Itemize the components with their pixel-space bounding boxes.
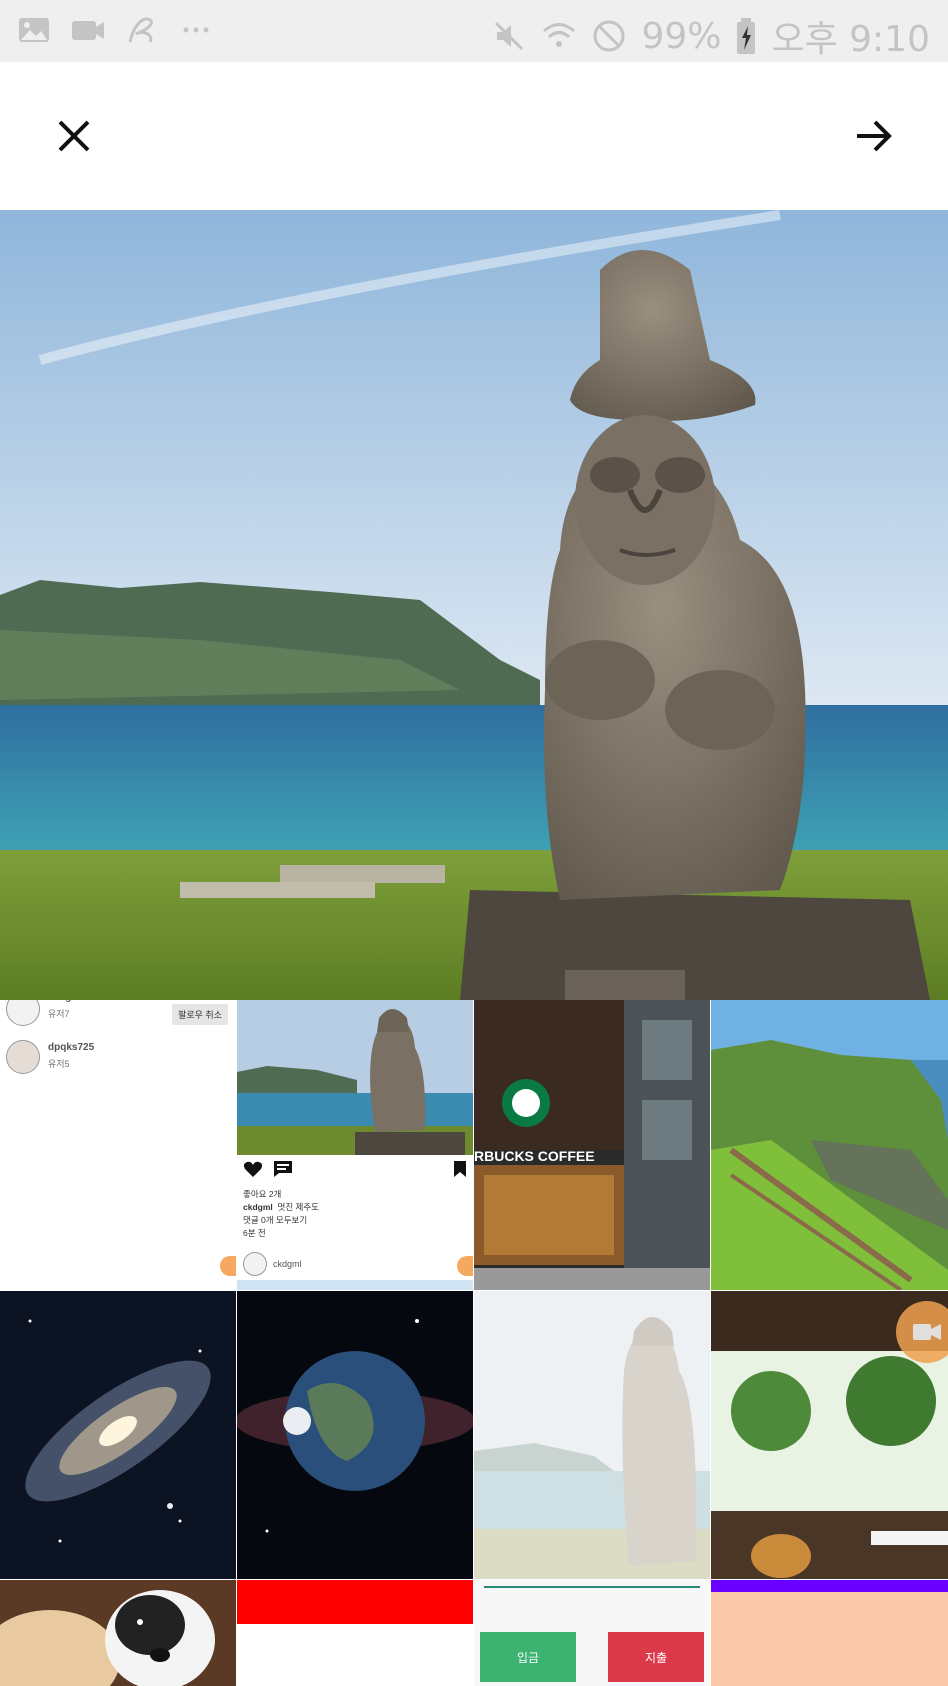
status-left-icons [16, 12, 214, 48]
status-right: 99% 오후 9:10 [491, 10, 930, 62]
thumbnail-earth[interactable] [237, 1291, 473, 1579]
coast-cliff-photo [711, 1000, 948, 1290]
deposit-button: 입금 [480, 1632, 576, 1682]
thumbnail-puppies[interactable] [0, 1580, 236, 1686]
post-photo [237, 1000, 473, 1155]
clock: 오후 9:10 [771, 19, 930, 60]
avatar [6, 1000, 40, 1026]
starbucks-photo [474, 1000, 710, 1290]
input-underline [484, 1586, 700, 1588]
thumbnail-peach[interactable] [711, 1580, 948, 1686]
post-meta: 좋아요 2개 ckdgml 멋진 제주도 댓글 0개 모두보기 6분 전 [243, 1188, 319, 1240]
link-icon [128, 17, 153, 43]
comments-link: 댓글 0개 모두보기 [243, 1215, 308, 1225]
thumbnail-follow-list[interactable]: 팔로우 취소 ckdgml 유저7 dpqks725 유저5 [0, 1000, 236, 1290]
mute-icon [495, 21, 524, 51]
battery-charging-icon [737, 18, 756, 54]
user-sub: 유저5 [48, 1059, 70, 1069]
thumbnail-wallet[interactable]: 입금 지출 [474, 1580, 710, 1686]
avatar [6, 1040, 40, 1074]
starbucks-sign: RBUCKS COFFEE [474, 1148, 595, 1164]
footer-user: ckdgml [243, 1252, 302, 1276]
thumbnail-cafe[interactable] [711, 1291, 948, 1579]
avatar [243, 1252, 267, 1276]
fab-edge [457, 1256, 473, 1276]
top-toolbar [0, 62, 948, 210]
gallery-icon [19, 18, 49, 42]
thumbnail-coast-cliff[interactable] [711, 1000, 948, 1290]
thumbnail-red-bar[interactable] [237, 1580, 473, 1686]
wifi-icon [543, 23, 576, 47]
divider [237, 1280, 473, 1290]
post-actions [243, 1158, 467, 1182]
user-name: ckdgml [48, 1000, 83, 1003]
earth-photo [237, 1291, 473, 1579]
post-caption: 멋진 제주도 [277, 1202, 319, 1212]
more-icon [183, 27, 209, 33]
bookmark-icon[interactable] [453, 1160, 467, 1178]
thumbnail-faded-statue[interactable] [474, 1291, 710, 1579]
fab-edge [220, 1256, 236, 1276]
video-camera-icon [913, 1324, 941, 1340]
footer-user-name: ckdgml [273, 1259, 302, 1269]
user-name: dpqks725 [48, 1042, 95, 1053]
video-icon [72, 21, 104, 40]
likes-count: 좋아요 2개 [243, 1189, 282, 1199]
thumbnail-grid: 팔로우 취소 ckdgml 유저7 dpqks725 유저5 [0, 1000, 948, 1686]
battery-percent: 99% [641, 15, 722, 57]
arrow-right-icon [857, 120, 892, 152]
unfollow-button: 팔로우 취소 [172, 1004, 228, 1025]
post-time: 6분 전 [243, 1228, 266, 1238]
purple-header [711, 1580, 948, 1592]
status-bar: 99% 오후 9:10 [0, 0, 948, 62]
comment-icon[interactable] [273, 1160, 293, 1178]
puppies-photo [0, 1580, 236, 1686]
post-author: ckdgml [243, 1202, 273, 1212]
thumbnail-starbucks[interactable]: RBUCKS COFFEE [474, 1000, 710, 1290]
close-button[interactable] [44, 106, 104, 166]
thumbnail-post[interactable]: 좋아요 2개 ckdgml 멋진 제주도 댓글 0개 모두보기 6분 전 ckd… [237, 1000, 473, 1290]
next-button[interactable] [844, 106, 904, 166]
heart-icon[interactable] [243, 1160, 263, 1178]
red-header [237, 1580, 473, 1624]
selected-photo-preview [0, 210, 948, 1000]
close-icon [58, 120, 90, 152]
jeju-stone-statue-photo [0, 210, 948, 1000]
follow-user-row: dpqks725 유저5 [6, 1040, 94, 1074]
galaxy-photo [0, 1291, 236, 1579]
thumbnail-galaxy[interactable] [0, 1291, 236, 1579]
follow-user-row: ckdgml 유저7 [6, 1000, 83, 1026]
withdraw-button: 지출 [608, 1632, 704, 1682]
blocked-icon [593, 20, 625, 52]
user-sub: 유저7 [48, 1009, 70, 1019]
faded-statue-photo [474, 1291, 710, 1579]
